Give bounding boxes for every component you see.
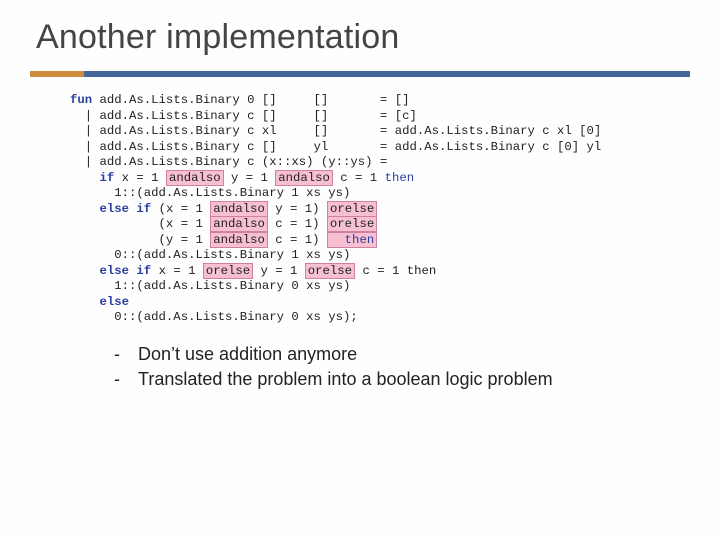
keyword-else: else (70, 295, 129, 309)
slide-title: Another implementation (36, 18, 690, 57)
code-text: c = 1 then (355, 264, 436, 278)
code-line-10: (y = 1 andalso c = 1) then (70, 233, 680, 249)
code-line-7: 1::(add.As.Lists.Binary 1 xs ys) (70, 186, 680, 202)
keyword-elseif: else if (70, 264, 151, 278)
bullet-dash: - (110, 369, 120, 390)
title-area: Another implementation (0, 0, 720, 63)
highlight-then: then (327, 232, 377, 248)
code-line-6: if x = 1 andalso y = 1 andalso c = 1 the… (70, 171, 680, 187)
code-line-15: 0::(add.As.Lists.Binary 0 xs ys); (70, 310, 680, 326)
code-line-1: fun add.As.Lists.Binary 0 [] [] = [] (70, 93, 680, 109)
code-line-13: 1::(add.As.Lists.Binary 0 xs ys) (70, 279, 680, 295)
code-line-11: 0::(add.As.Lists.Binary 1 xs ys) (70, 248, 680, 264)
highlight-orelse: orelse (327, 216, 377, 232)
highlight-andalso: andalso (275, 170, 333, 186)
code-line-4: | add.As.Lists.Binary c [] yl = add.As.L… (70, 140, 680, 156)
code-text: add.As.Lists.Binary 0 [] [] = [] (92, 93, 409, 107)
bullet-item: - Don’t use addition anymore (110, 344, 690, 365)
bullet-text: Translated the problem into a boolean lo… (138, 369, 553, 390)
keyword-elseif: else if (70, 202, 151, 216)
code-line-2: | add.As.Lists.Binary c [] [] = [c] (70, 109, 680, 125)
code-text: y = 1 (253, 264, 305, 278)
code-text: x = 1 (114, 171, 166, 185)
code-text: (x = 1 (151, 202, 210, 216)
highlight-andalso: andalso (210, 232, 268, 248)
code-text: y = 1 (224, 171, 276, 185)
bullet-dash: - (110, 344, 120, 365)
code-line-8: else if (x = 1 andalso y = 1) orelse (70, 202, 680, 218)
code-line-12: else if x = 1 orelse y = 1 orelse c = 1 … (70, 264, 680, 280)
code-text: c = 1 (333, 171, 385, 185)
code-text: c = 1) (268, 233, 327, 247)
code-line-14: else (70, 295, 680, 311)
code-text: y = 1) (268, 202, 327, 216)
highlight-orelse: orelse (203, 263, 253, 279)
keyword-if: if (70, 171, 114, 185)
code-line-9: (x = 1 andalso c = 1) orelse (70, 217, 680, 233)
bullet-item: - Translated the problem into a boolean … (110, 369, 690, 390)
code-text: (y = 1 (70, 233, 210, 247)
highlight-andalso: andalso (166, 170, 224, 186)
keyword-fun: fun (70, 93, 92, 107)
slide: Another implementation fun add.As.Lists.… (0, 0, 720, 540)
code-line-5: | add.As.Lists.Binary c (x::xs) (y::ys) … (70, 155, 680, 171)
code-text: c = 1) (268, 217, 327, 231)
highlight-orelse: orelse (305, 263, 355, 279)
code-line-3: | add.As.Lists.Binary c xl [] = add.As.L… (70, 124, 680, 140)
divider-accent (30, 71, 84, 77)
code-text: (x = 1 (70, 217, 210, 231)
divider-bar (30, 71, 690, 77)
code-text: x = 1 (151, 264, 203, 278)
code-block: fun add.As.Lists.Binary 0 [] [] = [] | a… (0, 77, 720, 326)
highlight-andalso: andalso (210, 201, 268, 217)
highlight-orelse: orelse (327, 201, 377, 217)
highlight-andalso: andalso (210, 216, 268, 232)
keyword-then: then (385, 171, 415, 185)
bullet-text: Don’t use addition anymore (138, 344, 357, 365)
bullet-list: - Don’t use addition anymore - Translate… (0, 326, 720, 390)
